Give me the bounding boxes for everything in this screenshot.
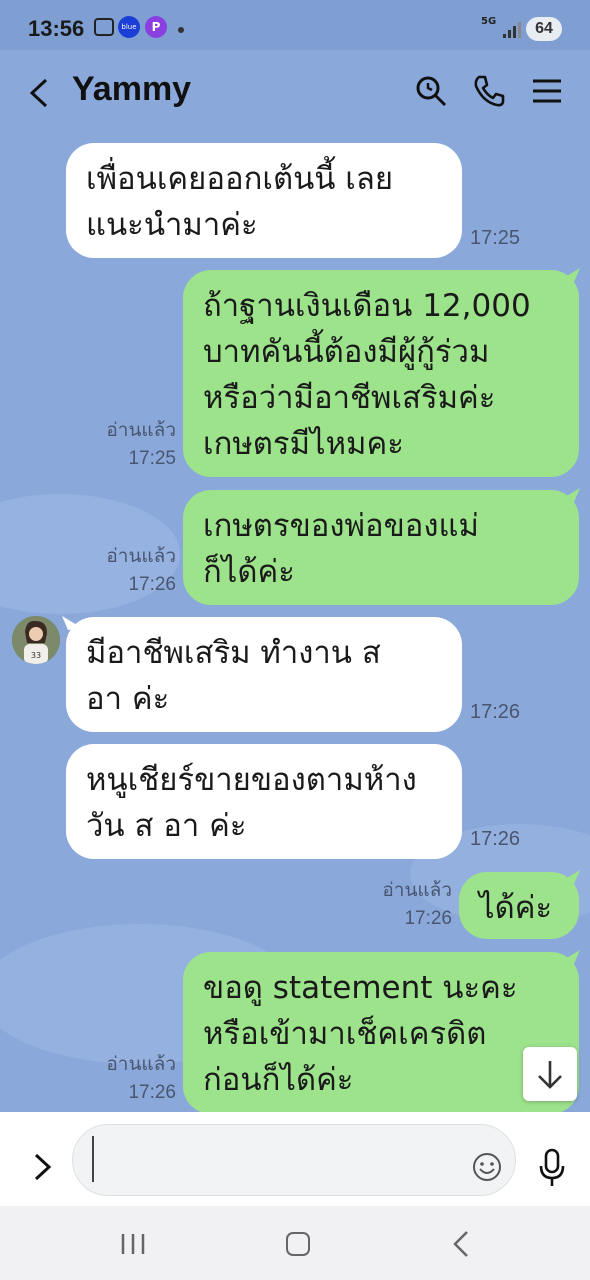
- emoji-icon[interactable]: [472, 1152, 502, 1182]
- bubble-tail: [560, 488, 580, 502]
- message-meta: อ่านแล้ว 17:26: [90, 543, 176, 599]
- message-time: 17:26: [470, 828, 521, 850]
- message-time: 17:26: [128, 574, 176, 595]
- message-bubble-incoming[interactable]: มีอาชีพเสริม ทำงาน ส อา ค่ะ: [66, 617, 462, 732]
- menu-icon[interactable]: [530, 74, 564, 108]
- battery-indicator: 64: [526, 17, 562, 41]
- message-bubble-incoming[interactable]: เพื่อนเคยออกเต้นนี้ เลย แนะนำมาค่ะ: [66, 143, 462, 258]
- back-icon[interactable]: [26, 78, 56, 108]
- notification-dot-icon: [178, 27, 184, 33]
- phone-icon[interactable]: [472, 74, 506, 108]
- message-bubble-outgoing[interactable]: ขอดู statement นะคะ หรือเข้ามาเช็คเครดิต…: [183, 952, 579, 1114]
- message-bubble-incoming[interactable]: หนูเชียร์ขายของตามห้าง วัน ส อา ค่ะ: [66, 744, 462, 859]
- message-bubble-outgoing[interactable]: ถ้าฐานเงินเดือน 12,000 บาทคันนี้ต้องมีผู…: [183, 270, 579, 477]
- status-time: 13:56: [28, 16, 85, 41]
- purple-app-icon: P: [145, 16, 167, 38]
- message-meta: อ่านแล้ว 17:26: [90, 1051, 176, 1107]
- bubble-tail: [62, 616, 82, 630]
- message-bubble-outgoing[interactable]: เกษตรของพ่อของแม่ ก็ได้ค่ะ: [183, 490, 579, 605]
- message-time: 17:25: [470, 227, 521, 249]
- network-label: 5G: [481, 16, 497, 27]
- message-time: 17:26: [470, 701, 521, 723]
- chat-title: Yammy: [72, 70, 192, 108]
- arrow-down-icon: [538, 1061, 562, 1089]
- text-caret: [92, 1136, 94, 1182]
- signal-icon: [503, 22, 521, 38]
- bubble-tail: [560, 950, 580, 964]
- status-bar: 13:56 blue P 5G 64: [0, 0, 590, 50]
- message-time: 17:26: [128, 1082, 176, 1103]
- message-time: 17:26: [404, 908, 452, 929]
- search-icon[interactable]: [414, 74, 448, 108]
- message-meta: อ่านแล้ว 17:26: [366, 877, 452, 933]
- read-receipt: อ่านแล้ว: [382, 880, 452, 901]
- screenshot-icon: [94, 18, 114, 36]
- svg-text:33: 33: [31, 651, 41, 660]
- bubble-tail: [560, 870, 580, 884]
- message-input[interactable]: [72, 1124, 516, 1196]
- message-time: 17:25: [128, 448, 176, 469]
- home-icon[interactable]: [286, 1232, 310, 1256]
- blue-app-icon: blue: [118, 16, 140, 38]
- scroll-to-bottom-button[interactable]: [523, 1047, 577, 1101]
- system-back-icon[interactable]: [452, 1230, 470, 1258]
- read-receipt: อ่านแล้ว: [106, 546, 176, 567]
- chat-header: Yammy: [0, 50, 590, 134]
- avatar-image: 33: [12, 616, 60, 664]
- recent-apps-icon[interactable]: [120, 1232, 146, 1256]
- read-receipt: อ่านแล้ว: [106, 420, 176, 441]
- contact-avatar[interactable]: 33: [12, 616, 60, 664]
- expand-menu-icon[interactable]: [28, 1152, 54, 1182]
- read-receipt: อ่านแล้ว: [106, 1054, 176, 1075]
- message-meta: อ่านแล้ว 17:25: [90, 417, 176, 473]
- microphone-icon[interactable]: [538, 1148, 566, 1188]
- bubble-tail: [560, 268, 580, 282]
